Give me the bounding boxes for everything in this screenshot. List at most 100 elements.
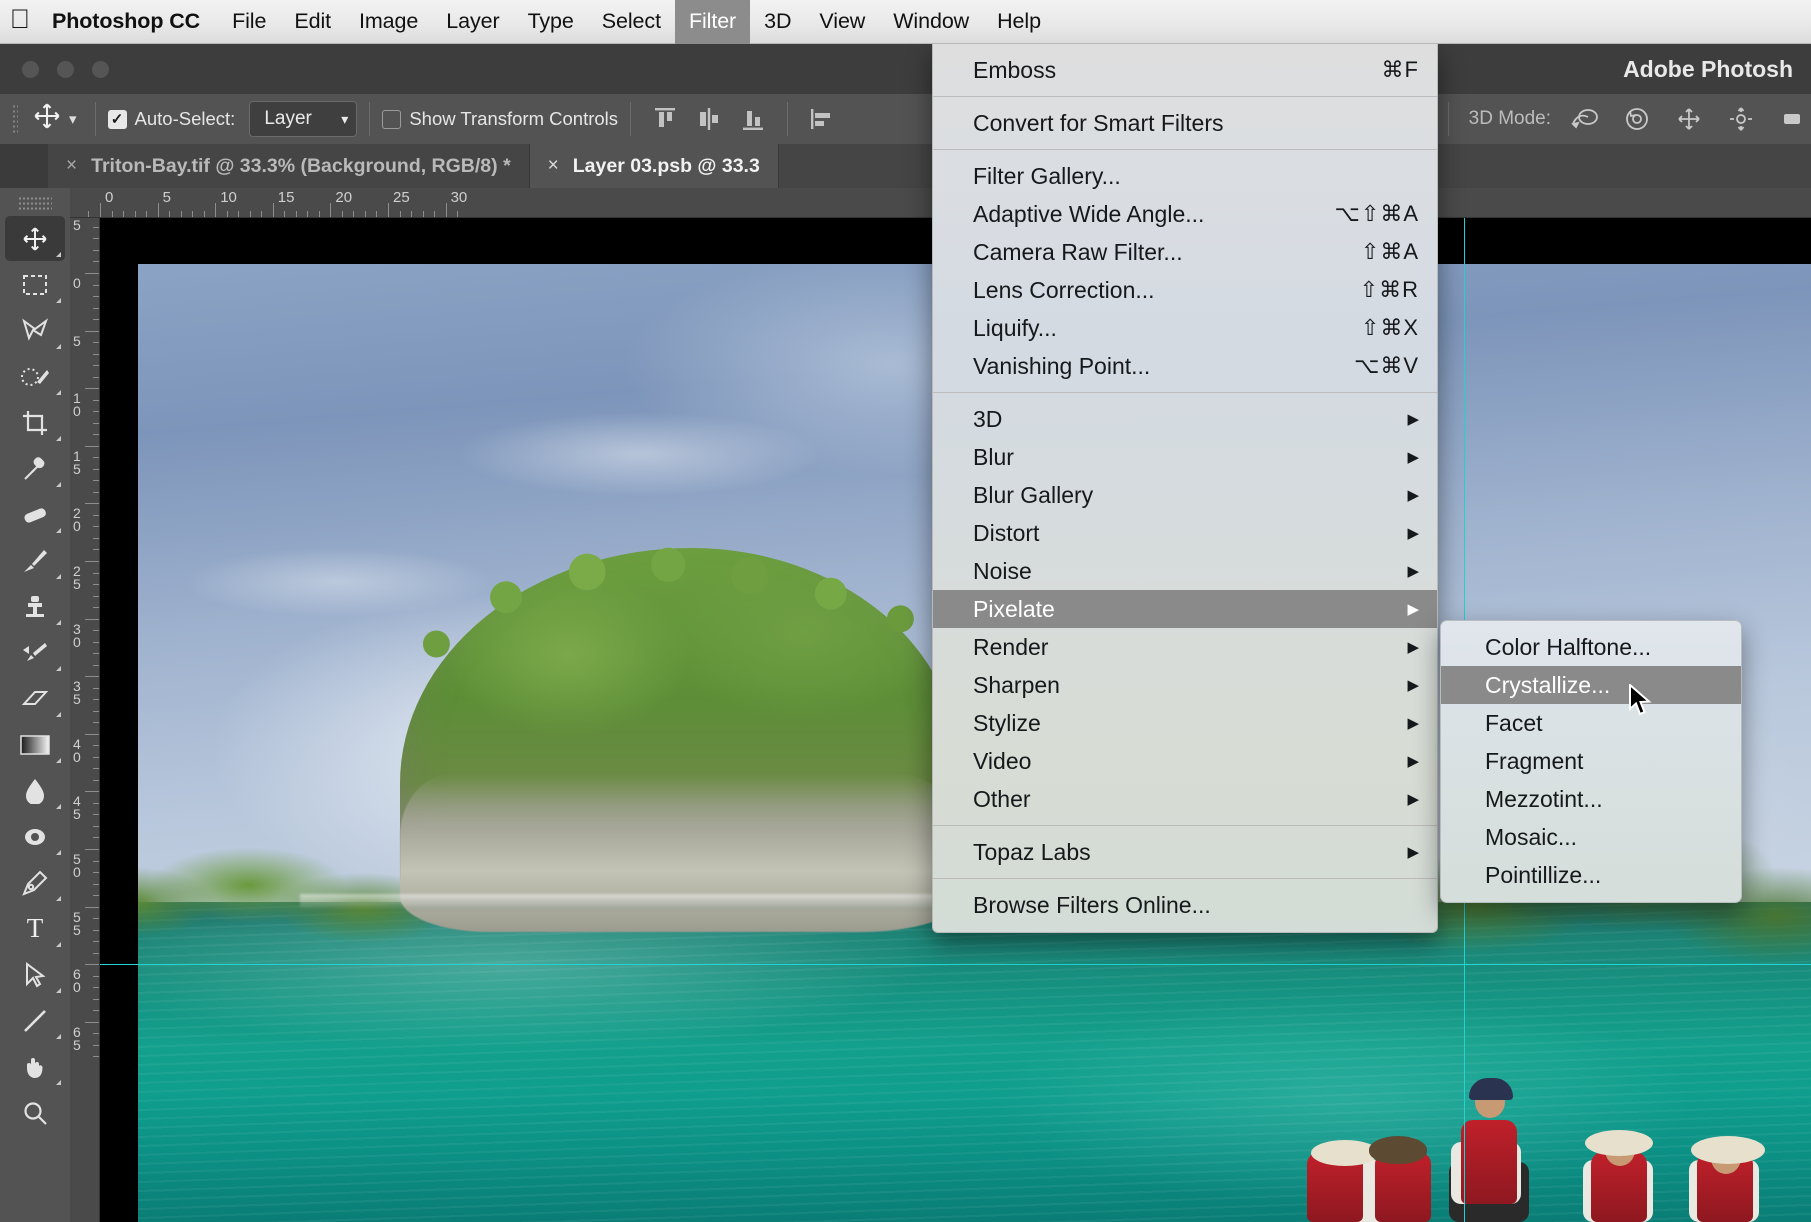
spot-healing-brush-tool[interactable] xyxy=(5,492,65,537)
filter-menu-item-blur-gallery[interactable]: Blur Gallery ▶ xyxy=(933,476,1437,514)
pixelate-item-fragment[interactable]: Fragment xyxy=(1441,742,1741,780)
filter-menu-item-browse-filters-online[interactable]: Browse Filters Online... xyxy=(933,886,1437,924)
lasso-tool[interactable] xyxy=(5,308,65,353)
mac-menu-bar[interactable]:  Photoshop CCFileEditImageLayerTypeSele… xyxy=(0,0,1811,44)
ruler-tick xyxy=(93,526,99,528)
eyedropper-tool[interactable] xyxy=(5,446,65,491)
menubar-item-image[interactable]: Image xyxy=(345,0,432,44)
quick-selection-tool[interactable] xyxy=(5,354,65,399)
pixelate-item-crystallize[interactable]: Crystallize... xyxy=(1441,666,1741,704)
clone-stamp-tool[interactable] xyxy=(5,584,65,629)
filter-menu-item-stylize[interactable]: Stylize ▶ xyxy=(933,704,1437,742)
menubar-item-3d[interactable]: 3D xyxy=(750,0,805,44)
tools-panel[interactable]: T xyxy=(0,188,70,1222)
move-tool[interactable] xyxy=(5,216,65,261)
menubar-item-filter[interactable]: Filter xyxy=(674,0,751,44)
filter-menu-item-topaz-labs[interactable]: Topaz Labs ▶ xyxy=(933,833,1437,871)
submenu-arrow-icon: ▶ xyxy=(1407,753,1419,770)
gradient-tool[interactable] xyxy=(5,722,65,767)
filter-menu-item-render[interactable]: Render ▶ xyxy=(933,628,1437,666)
filter-menu-item-3d[interactable]: 3D ▶ xyxy=(933,400,1437,438)
dodge-tool[interactable] xyxy=(5,814,65,859)
ruler-tick xyxy=(93,941,99,943)
menubar-item-type[interactable]: Type xyxy=(514,0,588,44)
drag-3d-icon[interactable] xyxy=(1671,103,1707,135)
minimize-window-button[interactable] xyxy=(57,60,74,78)
pixelate-item-color-halftone[interactable]: Color Halftone... xyxy=(1441,628,1741,666)
crop-tool[interactable] xyxy=(5,400,65,445)
auto-select-checkbox[interactable]: ✓ xyxy=(107,109,127,129)
history-brush-tool[interactable] xyxy=(5,630,65,675)
filter-menu-item-camera-raw-filter[interactable]: Camera Raw Filter... ⇧⌘A xyxy=(933,233,1437,271)
menu-item-label: Topaz Labs xyxy=(973,838,1091,865)
tool-options-bar[interactable]: ▾ ✓ Auto-Select: Layer ▾ ✓ Show Transfor… xyxy=(0,94,1811,144)
align-bottom-edges-icon[interactable] xyxy=(731,102,775,136)
filter-menu-item-vanishing-point[interactable]: Vanishing Point... ⌥⌘V xyxy=(933,347,1437,385)
menubar-item-help[interactable]: Help xyxy=(983,0,1055,44)
menubar-item-view[interactable]: View xyxy=(805,0,879,44)
pixelate-item-mezzotint[interactable]: Mezzotint... xyxy=(1441,780,1741,818)
close-window-button[interactable] xyxy=(22,60,39,78)
blur-tool[interactable] xyxy=(5,768,65,813)
pixelate-item-facet[interactable]: Facet xyxy=(1441,704,1741,742)
filter-menu-item-noise[interactable]: Noise ▶ xyxy=(933,552,1437,590)
align-top-edges-icon[interactable] xyxy=(643,102,687,136)
menubar-item-window[interactable]: Window xyxy=(879,0,983,44)
type-tool[interactable]: T xyxy=(5,906,65,951)
show-transform-controls-checkbox[interactable]: ✓ xyxy=(382,109,402,129)
filter-menu-item-lens-correction[interactable]: Lens Correction... ⇧⌘R xyxy=(933,271,1437,309)
eraser-tool[interactable] xyxy=(5,676,65,721)
filter-menu-item-video[interactable]: Video ▶ xyxy=(933,742,1437,780)
filter-menu-item-liquify[interactable]: Liquify... ⇧⌘X xyxy=(933,309,1437,347)
ruler-tick xyxy=(307,211,309,217)
filter-menu-item-filter-gallery[interactable]: Filter Gallery... xyxy=(933,157,1437,195)
slide-3d-icon[interactable] xyxy=(1723,103,1759,135)
menubar-item-select[interactable]: Select xyxy=(588,0,675,44)
align-left-edges-icon[interactable] xyxy=(800,102,844,136)
pixelate-item-mosaic[interactable]: Mosaic... xyxy=(1441,818,1741,856)
scale-3d-icon[interactable] xyxy=(1775,103,1811,135)
document-tab-1[interactable]: × Triton-Bay.tif @ 33.3% (Background, RG… xyxy=(48,144,530,188)
move-tool-icon[interactable] xyxy=(27,102,67,137)
filter-menu-item-pixelate[interactable]: Pixelate ▶ xyxy=(933,590,1437,628)
filter-menu-item-other[interactable]: Other ▶ xyxy=(933,780,1437,818)
path-selection-tool[interactable] xyxy=(5,952,65,997)
zoom-window-button[interactable] xyxy=(92,60,109,78)
menubar-item-photoshop-cc[interactable]: Photoshop CC xyxy=(40,0,218,44)
align-vertical-centers-icon[interactable] xyxy=(687,102,731,136)
pen-tool[interactable] xyxy=(5,860,65,905)
filter-menu-item-sharpen[interactable]: Sharpen ▶ xyxy=(933,666,1437,704)
menubar-item-layer[interactable]: Layer xyxy=(432,0,513,44)
auto-select-target-dropdown[interactable]: Layer ▾ xyxy=(249,101,358,137)
rectangular-marquee-tool[interactable] xyxy=(5,262,65,307)
brush-tool[interactable] xyxy=(5,538,65,583)
ruler-tick xyxy=(93,249,99,251)
tool-preset-chevron-down-icon[interactable]: ▾ xyxy=(67,110,83,128)
document-tab-bar[interactable]: × Triton-Bay.tif @ 33.3% (Background, RG… xyxy=(0,144,1811,188)
filter-menu-item-distort[interactable]: Distort ▶ xyxy=(933,514,1437,552)
filter-menu-item-blur[interactable]: Blur ▶ xyxy=(933,438,1437,476)
close-icon[interactable]: × xyxy=(548,155,559,177)
document-tab-title: Triton-Bay.tif @ 33.3% (Background, RGB/… xyxy=(91,154,511,177)
filter-menu-item-emboss[interactable]: Emboss ⌘F xyxy=(933,51,1437,89)
filter-menu-item-convert-for-smart-filters[interactable]: Convert for Smart Filters xyxy=(933,104,1437,142)
line-tool[interactable] xyxy=(5,998,65,1043)
pixelate-item-pointillize[interactable]: Pointillize... xyxy=(1441,856,1741,894)
document-tab-2[interactable]: × Layer 03.psb @ 33.3 xyxy=(529,144,779,188)
ruler-tick xyxy=(93,434,99,436)
apple-logo-icon[interactable]:  xyxy=(0,5,40,38)
menubar-item-edit[interactable]: Edit xyxy=(280,0,345,44)
close-icon[interactable]: × xyxy=(66,155,77,177)
roll-3d-icon[interactable] xyxy=(1619,103,1655,135)
options-bar-grip[interactable] xyxy=(12,104,18,134)
pixelate-submenu[interactable]: Color Halftone... Crystallize... Facet Frag… xyxy=(1440,620,1742,903)
zoom-tool[interactable] xyxy=(5,1090,65,1135)
filter-menu-item-adaptive-wide-angle[interactable]: Adaptive Wide Angle... ⌥⇧⌘A xyxy=(933,195,1437,233)
rotate-3d-icon[interactable] xyxy=(1567,103,1603,135)
window-traffic-lights[interactable] xyxy=(22,60,109,78)
hand-tool[interactable] xyxy=(5,1044,65,1089)
menubar-item-file[interactable]: File xyxy=(218,0,280,44)
filter-dropdown-menu[interactable]: Emboss ⌘F Convert for Smart Filters Filter … xyxy=(932,44,1438,933)
horizontal-guide[interactable] xyxy=(100,964,1811,965)
toolbar-grip[interactable] xyxy=(18,196,52,212)
